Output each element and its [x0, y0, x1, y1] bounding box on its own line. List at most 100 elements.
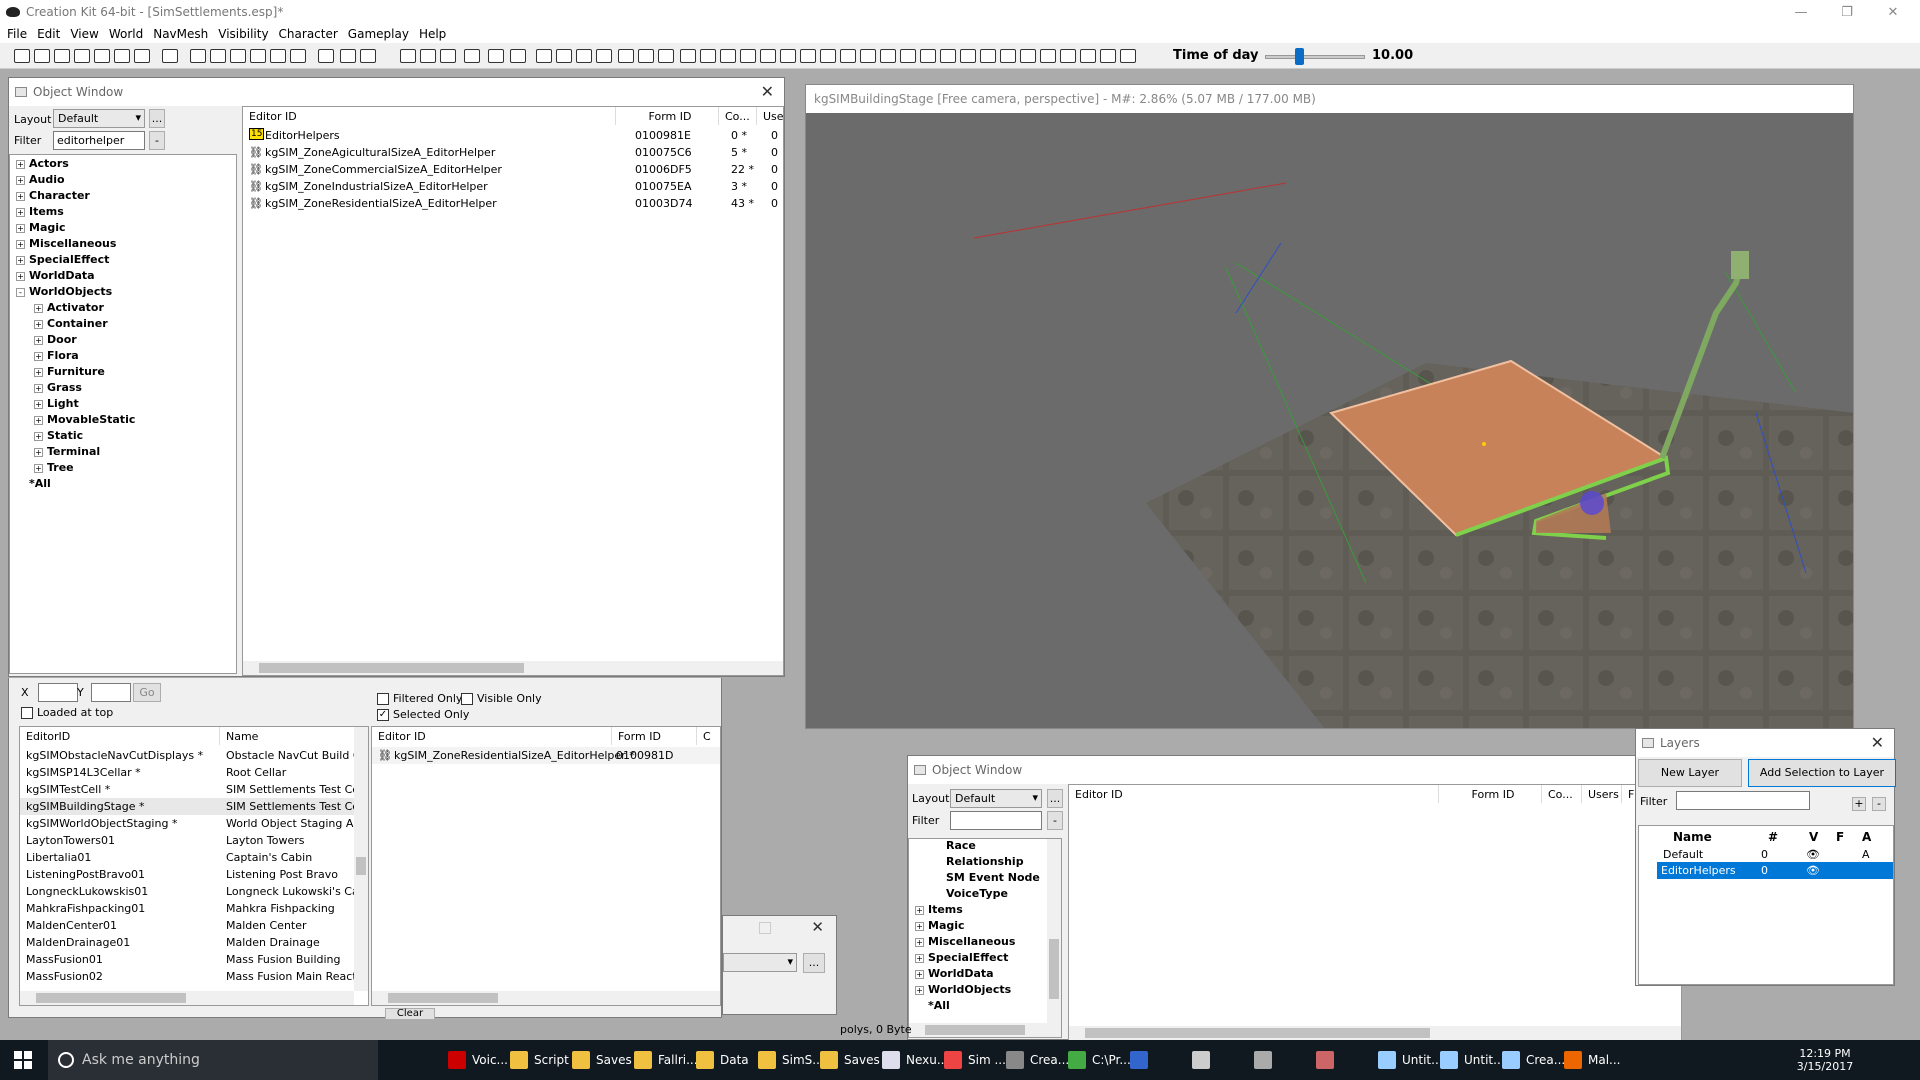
toolbar-tool-icon[interactable] [54, 49, 70, 63]
toolbar-tool-icon[interactable] [700, 49, 716, 63]
layer-row-editorhelpers[interactable]: EditorHelpers 0 👁 [1657, 862, 1893, 879]
layers-filter-input[interactable] [1676, 791, 1810, 810]
filter-clear-button[interactable]: - [149, 131, 165, 150]
taskbar-search[interactable]: Ask me anything [48, 1040, 378, 1080]
filter-clear-button[interactable]: - [1047, 811, 1063, 830]
toolbar-tool-icon[interactable] [162, 49, 178, 63]
windows-start-icon[interactable] [14, 1040, 32, 1080]
eye-icon[interactable]: 👁 [1806, 864, 1820, 877]
loaded-at-top-checkbox[interactable]: Loaded at top [21, 706, 113, 719]
tree-item[interactable]: + Items [915, 903, 963, 916]
column-layer-frozen[interactable]: F [1836, 830, 1844, 844]
visible-only-checkbox[interactable]: Visible Only [461, 692, 542, 705]
column-form-id[interactable]: Form ID [616, 107, 719, 125]
toolbar-tool-icon[interactable] [1060, 49, 1076, 63]
table-row[interactable]: MaldenCenter01 Malden Center [20, 917, 354, 934]
taskbar-item[interactable]: C:\Pr... [1068, 1040, 1131, 1080]
selected-only-checkbox[interactable]: ✓ Selected Only [377, 708, 469, 721]
tree-item[interactable]: + Furniture [34, 365, 105, 378]
taskbar-item[interactable]: SimS... [758, 1040, 824, 1080]
menu-edit[interactable]: Edit [34, 27, 67, 41]
toolbar-tool-icon[interactable] [1020, 49, 1036, 63]
menu-gameplay[interactable]: Gameplay [345, 27, 416, 41]
toolbar-tool-icon[interactable] [536, 49, 552, 63]
toolbar-tool-icon[interactable] [14, 49, 30, 63]
expand-icon[interactable]: + [34, 415, 43, 425]
table-row[interactable]: ⛓ kgSIM_ZoneResidentialSizeA_EditorHelper… [243, 195, 783, 212]
toolbar-tool-icon[interactable] [94, 49, 110, 63]
filter-input[interactable]: editorhelper [53, 131, 145, 150]
expand-icon[interactable]: + [34, 447, 43, 457]
toolbar-tool-icon[interactable] [400, 49, 416, 63]
tree-item[interactable]: + Activator [34, 301, 104, 314]
taskbar-item[interactable]: Crea... [1502, 1040, 1565, 1080]
toolbar-tool-icon[interactable] [134, 49, 150, 63]
tree-item[interactable]: + WorldData [16, 269, 95, 282]
toolbar-tool-icon[interactable] [1120, 49, 1136, 63]
column-editor-id[interactable]: Editor ID [243, 107, 616, 125]
toolbar-tool-icon[interactable] [960, 49, 976, 63]
tree-item[interactable]: + Grass [34, 381, 82, 394]
filtered-only-checkbox[interactable]: Filtered Only [377, 692, 462, 705]
layout-select[interactable]: Default [53, 109, 145, 128]
tree-item[interactable]: SM Event Node [933, 871, 1040, 884]
taskbar-item[interactable]: Nexu... [882, 1040, 948, 1080]
table-row[interactable]: ⛓ kgSIM_ZoneAgiculturalSizeA_EditorHelper… [243, 144, 783, 161]
expand-icon[interactable]: + [16, 175, 25, 185]
taskbar-item[interactable]: Sim ... [944, 1040, 1006, 1080]
tree-item[interactable]: Relationship [933, 855, 1024, 868]
tree-item[interactable]: *All [16, 477, 51, 490]
tree-vertical-scrollbar[interactable] [1047, 839, 1061, 1023]
tree-item[interactable]: VoiceType [933, 887, 1008, 900]
time-of-day-slider-thumb[interactable] [1295, 48, 1304, 65]
tree-item[interactable]: *All [915, 999, 950, 1012]
clock[interactable]: 12:19 PM 3/15/2017 [1790, 1040, 1860, 1080]
column-layer-visible[interactable]: V [1809, 830, 1818, 844]
tree-item[interactable]: + Miscellaneous [16, 237, 116, 250]
tree-item[interactable]: + Light [34, 397, 79, 410]
expand-icon[interactable]: + [16, 223, 25, 233]
toolbar-tool-icon[interactable] [270, 49, 286, 63]
tree-item[interactable]: + MovableStatic [34, 413, 135, 426]
toolbar-tool-icon[interactable] [440, 49, 456, 63]
toolbar-tool-icon[interactable] [114, 49, 130, 63]
expand-icon[interactable]: + [915, 937, 924, 947]
toolbar-tool-icon[interactable] [360, 49, 376, 63]
tree-item[interactable]: + Audio [16, 173, 65, 186]
tree-item[interactable]: + Items [16, 205, 64, 218]
column-obj-form-id[interactable]: Form ID [612, 727, 697, 745]
layout-more-button[interactable]: ... [149, 109, 165, 128]
table-row[interactable]: ⛓ kgSIM_ZoneIndustrialSizeA_EditorHelper 0… [243, 178, 783, 195]
column-obj-c[interactable]: C [697, 727, 720, 745]
dialog-close-icon[interactable]: ✕ [811, 918, 824, 936]
toolbar-tool-icon[interactable] [860, 49, 876, 63]
taskbar-item[interactable]: Mal... [1564, 1040, 1620, 1080]
taskbar-item[interactable] [1130, 1040, 1154, 1080]
cell-list-horizontal-scrollbar[interactable] [20, 991, 354, 1005]
toolbar-tool-icon[interactable] [820, 49, 836, 63]
layout-more-button[interactable]: ... [1047, 789, 1063, 808]
render-viewport[interactable] [806, 113, 1853, 728]
tree-item[interactable]: + SpecialEffect [16, 253, 109, 266]
table-row[interactable]: kgSIMWorldObjectStaging * World Object St… [20, 815, 358, 832]
column-layer-count[interactable]: # [1768, 830, 1778, 844]
toolbar-tool-icon[interactable] [920, 49, 936, 63]
tree-item[interactable]: + WorldData [915, 967, 994, 980]
tree-item[interactable]: + WorldObjects [915, 983, 1011, 996]
toolbar-tool-icon[interactable] [556, 49, 572, 63]
horizontal-scrollbar[interactable] [1069, 1026, 1681, 1040]
toolbar-tool-icon[interactable] [638, 49, 654, 63]
column-users[interactable]: User [757, 107, 783, 125]
menu-visibility[interactable]: Visibility [215, 27, 275, 41]
toolbar-tool-icon[interactable] [900, 49, 916, 63]
toolbar-tool-icon[interactable] [230, 49, 246, 63]
table-row[interactable]: ⛓ kgSIM_ZoneResidentialSizeA_EditorHelpe… [372, 747, 720, 764]
add-layer-button[interactable]: + [1852, 797, 1866, 811]
go-button[interactable]: Go [133, 683, 161, 702]
tree-item[interactable]: + Door [34, 333, 77, 346]
close-icon[interactable]: ✕ [1871, 733, 1884, 752]
layout-select[interactable]: Default [950, 789, 1042, 808]
table-row[interactable]: MahkraFishpacking01 Mahkra Fishpacking [20, 900, 354, 917]
tree-item[interactable]: + Character [16, 189, 90, 202]
column-layer-active[interactable]: A [1862, 830, 1871, 844]
